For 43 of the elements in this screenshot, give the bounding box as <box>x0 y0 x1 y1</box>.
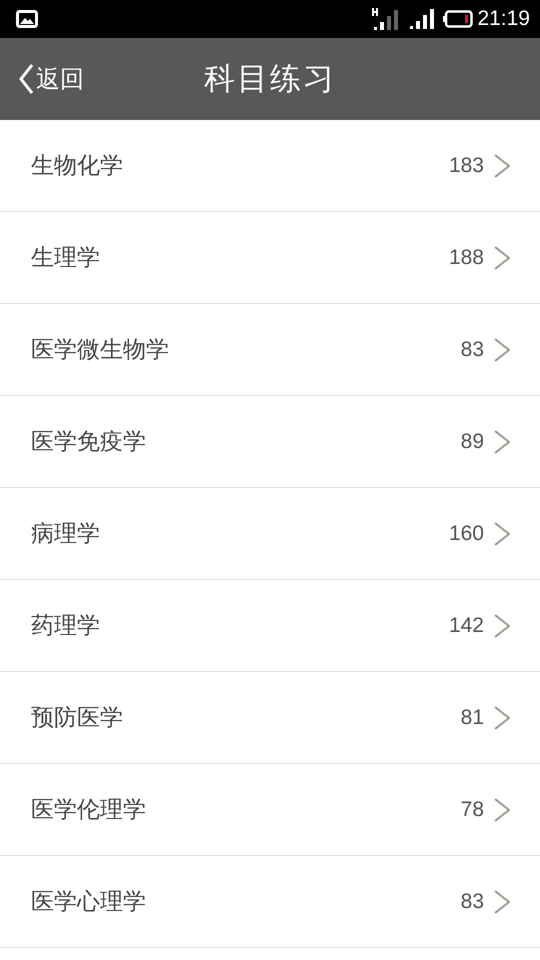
subject-name: 医学免疫学 <box>31 428 147 457</box>
chevron-right-icon <box>494 522 510 546</box>
chevron-right-icon <box>494 798 510 822</box>
chevron-right-icon <box>494 614 510 638</box>
subject-list-item[interactable]: 病理学 160 <box>0 488 540 580</box>
clock-time: 21:19 <box>477 7 530 31</box>
chevron-right-icon <box>494 154 510 178</box>
subject-name: 预防医学 <box>31 704 124 733</box>
chevron-right-icon <box>494 890 510 914</box>
subject-list-item[interactable]: 医学心理学 83 <box>0 856 540 948</box>
back-button[interactable]: 返回 <box>0 54 84 104</box>
chevron-left-icon <box>18 63 34 95</box>
question-count: 78 <box>460 798 484 822</box>
battery-icon <box>443 10 474 28</box>
image-notification-icon <box>16 10 38 28</box>
chevron-right-icon <box>494 706 510 730</box>
chevron-right-icon <box>494 246 510 270</box>
subject-name: 生理学 <box>31 244 101 273</box>
question-count: 142 <box>448 614 484 638</box>
chevron-right-icon <box>494 430 510 454</box>
subject-list-item[interactable]: 医学伦理学 78 <box>0 764 540 856</box>
subject-list-item[interactable]: 生物化学 183 <box>0 120 540 212</box>
subject-name: 生物化学 <box>31 152 124 181</box>
question-count: 160 <box>448 522 484 546</box>
subject-list-item[interactable]: 生理学 188 <box>0 212 540 304</box>
question-count: 83 <box>460 890 484 914</box>
subject-name: 病理学 <box>31 520 101 549</box>
subject-name: 医学微生物学 <box>31 336 170 365</box>
question-count: 183 <box>448 154 484 178</box>
page-title: 科目练习 <box>204 60 336 99</box>
chevron-right-icon <box>494 338 510 362</box>
question-count: 81 <box>460 706 484 730</box>
subject-list-item[interactable]: 医学微生物学 83 <box>0 304 540 396</box>
subject-name: 医学心理学 <box>31 888 147 917</box>
subject-list-item[interactable]: 医学免疫学 89 <box>0 396 540 488</box>
signal-icon <box>409 8 436 30</box>
subject-name: 药理学 <box>31 612 101 641</box>
subject-list-item[interactable]: 预防医学 81 <box>0 672 540 764</box>
question-count: 89 <box>460 430 484 454</box>
question-count: 83 <box>460 338 484 362</box>
subject-list-item[interactable]: 药理学 142 <box>0 580 540 672</box>
subject-name: 医学伦理学 <box>31 796 147 825</box>
question-count: 188 <box>448 246 484 270</box>
